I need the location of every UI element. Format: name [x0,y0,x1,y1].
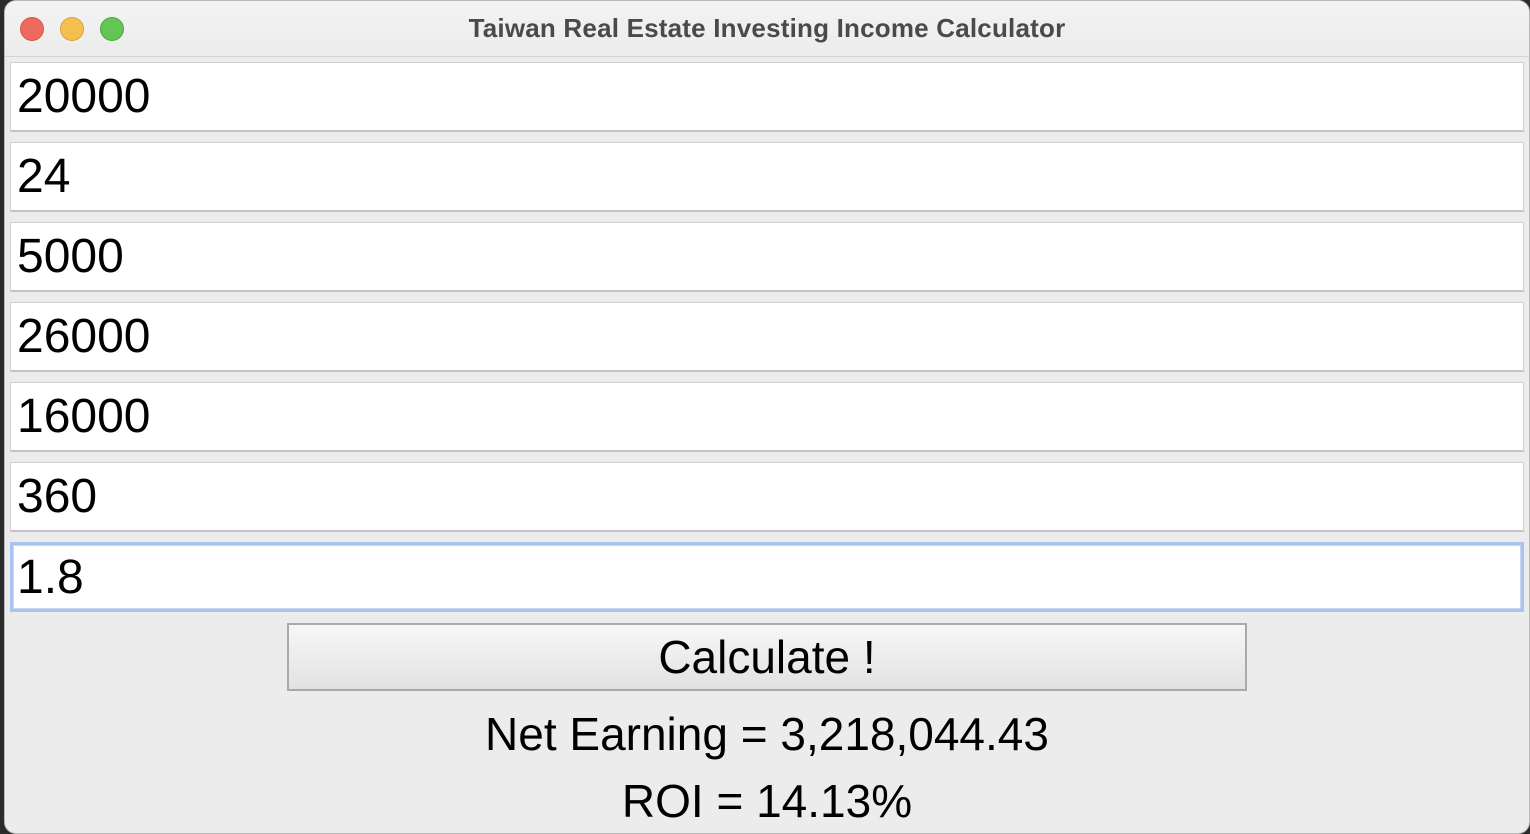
input-field-3[interactable] [10,222,1524,292]
app-window: Taiwan Real Estate Investing Income Calc… [4,0,1530,834]
input-field-1[interactable] [10,62,1524,132]
title-bar[interactable]: Taiwan Real Estate Investing Income Calc… [5,1,1529,57]
input-field-7[interactable] [10,542,1524,612]
input-field-4[interactable] [10,302,1524,372]
input-field-6[interactable] [10,462,1524,532]
calculate-button[interactable]: Calculate ! [287,623,1247,691]
input-field-2[interactable] [10,142,1524,212]
input-field-5[interactable] [10,382,1524,452]
input-fields [10,62,1524,622]
window-title: Taiwan Real Estate Investing Income Calc… [468,13,1066,43]
net-earning-label: Net Earning = 3,218,044.43 [485,708,1049,760]
roi-label: ROI = 14.13% [621,775,913,827]
